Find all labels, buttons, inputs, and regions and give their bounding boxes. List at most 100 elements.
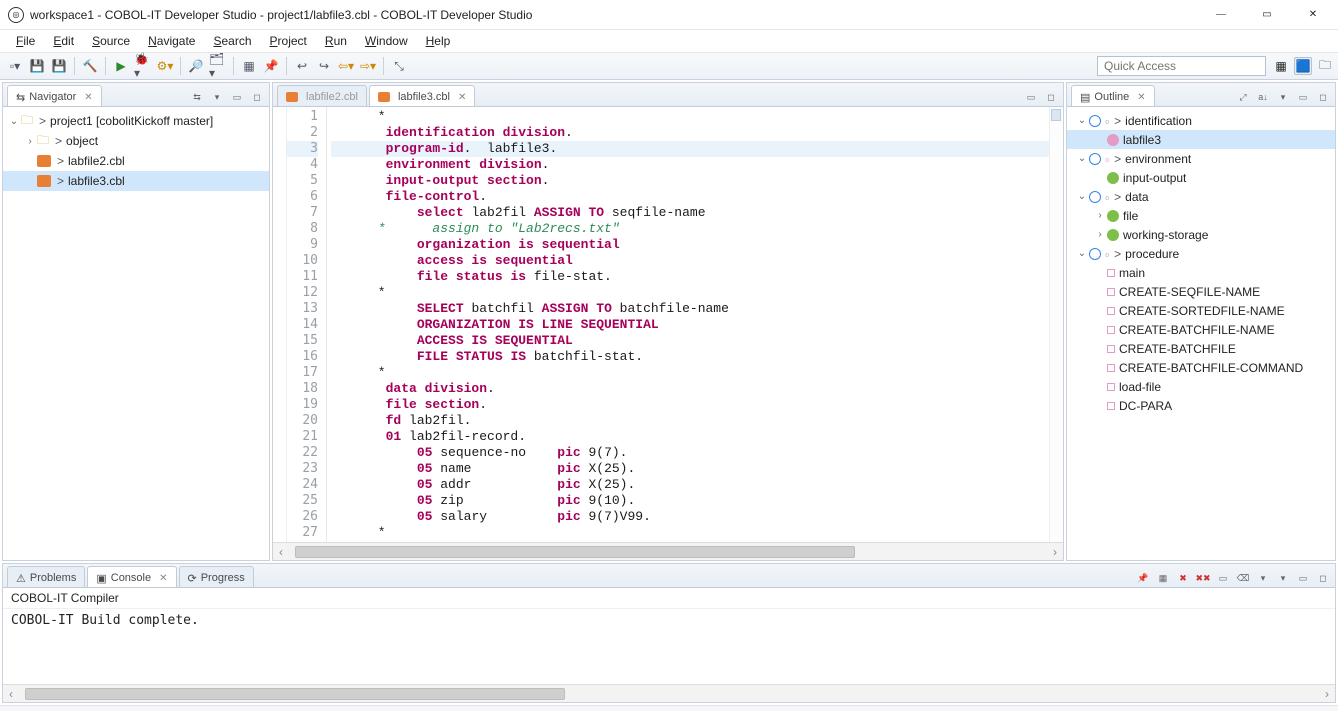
twisty-icon[interactable]: ⌄ (1075, 115, 1089, 126)
next-edit-icon[interactable]: ↪ (315, 57, 333, 75)
menu-navigate[interactable]: Navigate (140, 32, 203, 50)
fwd-icon[interactable]: ⇨▾ (359, 57, 377, 75)
tab-navigator[interactable]: ⇆ Navigator ✕ (7, 85, 102, 106)
outline-item[interactable]: CREATE-BATCHFILE-NAME (1067, 320, 1335, 339)
navigator-tree[interactable]: ⌄ 🗀 > project1 [cobolitKickoff master] ›… (3, 107, 269, 560)
sort-icon[interactable]: a↓ (1255, 90, 1271, 104)
twisty-right-icon[interactable]: › (23, 136, 37, 147)
code-line[interactable]: SELECT batchfil ASSIGN TO batchfile-name (331, 301, 1049, 317)
editor-hscroll[interactable]: ‹ › (273, 542, 1063, 560)
hscroll-thumb[interactable] (25, 688, 565, 700)
close-icon[interactable]: ✕ (458, 92, 466, 103)
code-line[interactable]: access is sequential (331, 253, 1049, 269)
open-perspective-icon[interactable]: ▦ (1272, 57, 1290, 75)
code-area[interactable]: * identification division. program-id. l… (327, 107, 1049, 542)
file-row[interactable]: > labfile3.cbl (3, 171, 269, 191)
code-line[interactable]: * (331, 365, 1049, 381)
code-line[interactable]: program-id. labfile3. (331, 141, 1049, 157)
tab-progress[interactable]: ⟳ Progress (179, 566, 254, 587)
back-icon[interactable]: ⇦▾ (337, 57, 355, 75)
code-line[interactable]: 05 salary pic 9(7)V99. (331, 509, 1049, 525)
console-open-icon[interactable]: ▾ (1255, 571, 1271, 585)
code-line[interactable]: * (331, 109, 1049, 125)
console-clear-icon[interactable]: ⌫ (1235, 571, 1251, 585)
twisty-icon[interactable] (1093, 286, 1107, 297)
code-line[interactable]: environment division. (331, 157, 1049, 173)
collapse-icon[interactable]: ⤡ (390, 57, 408, 75)
console-pin-icon[interactable]: 📌 (1135, 571, 1151, 585)
minimize-view-icon[interactable]: ▭ (1295, 571, 1311, 585)
outline-item[interactable]: load-file (1067, 377, 1335, 396)
twisty-icon[interactable]: ⌄ (1075, 153, 1089, 164)
code-line[interactable]: select lab2fil ASSIGN TO seqfile-name (331, 205, 1049, 221)
console-display-icon[interactable]: ▦ (1155, 571, 1171, 585)
maximize-view-icon[interactable]: ◻ (1315, 571, 1331, 585)
menu-help[interactable]: Help (418, 32, 459, 50)
code-line[interactable]: input-output section. (331, 173, 1049, 189)
twisty-icon[interactable] (1093, 400, 1107, 411)
code-line[interactable]: fd lab2fil. (331, 413, 1049, 429)
twisty-icon[interactable]: ⌄ (1075, 191, 1089, 202)
twisty-icon[interactable] (1093, 343, 1107, 354)
code-line[interactable]: FILE STATUS IS batchfil-stat. (331, 349, 1049, 365)
file-row[interactable]: > labfile2.cbl (3, 151, 269, 171)
twisty-icon[interactable] (1093, 134, 1107, 145)
maximize-view-icon[interactable]: ◻ (249, 90, 265, 104)
save-icon[interactable]: 💾 (28, 57, 46, 75)
twisty-icon[interactable] (1093, 362, 1107, 373)
breakpoint-strip[interactable] (273, 107, 287, 542)
twisty-icon[interactable] (1093, 267, 1107, 278)
code-line[interactable]: * (331, 525, 1049, 541)
minimize-button[interactable]: — (1198, 0, 1244, 30)
ext-tools-icon[interactable]: ⚙▾ (156, 57, 174, 75)
outline-item[interactable]: main (1067, 263, 1335, 282)
focus-icon[interactable]: ⤢ (1235, 90, 1251, 104)
twisty-icon[interactable]: › (1093, 210, 1107, 221)
close-icon[interactable]: ✕ (1137, 92, 1145, 103)
twisty-icon[interactable] (1093, 381, 1107, 392)
outline-item[interactable]: ⌄₀>procedure (1067, 244, 1335, 263)
menu-search[interactable]: Search (205, 32, 259, 50)
console-new-icon[interactable]: ▾ (1275, 571, 1291, 585)
folder-row[interactable]: › 🗀 > object (3, 131, 269, 151)
prev-edit-icon[interactable]: ↩ (293, 57, 311, 75)
minimize-view-icon[interactable]: ▭ (229, 90, 245, 104)
console-output[interactable]: COBOL-IT Build complete. (3, 609, 1335, 684)
outline-item[interactable]: DC-PARA (1067, 396, 1335, 415)
outline-item[interactable]: CREATE-BATCHFILE-COMMAND (1067, 358, 1335, 377)
code-line[interactable]: identification division. (331, 125, 1049, 141)
maximize-view-icon[interactable]: ◻ (1315, 90, 1331, 104)
git-perspective-icon[interactable]: 🗀 (1316, 57, 1334, 75)
twisty-icon[interactable] (1093, 305, 1107, 316)
outline-item[interactable]: ⌄₀>data (1067, 187, 1335, 206)
menu-source[interactable]: Source (84, 32, 138, 50)
editor-tab[interactable]: labfile2.cbl (277, 85, 367, 106)
code-line[interactable]: 05 addr pic X(25). (331, 477, 1049, 493)
debug-icon[interactable]: 🐞▾ (134, 57, 152, 75)
code-line[interactable]: ORGANIZATION IS LINE SEQUENTIAL (331, 317, 1049, 333)
menu-edit[interactable]: Edit (45, 32, 82, 50)
build-icon[interactable]: 🔨 (81, 57, 99, 75)
close-icon[interactable]: ✕ (84, 92, 92, 103)
code-line[interactable]: file status is file-stat. (331, 269, 1049, 285)
link-editor-icon[interactable]: ⇆ (189, 90, 205, 104)
console-hscroll[interactable]: ‹ › (3, 684, 1335, 702)
outline-item[interactable]: ⌄₀>environment (1067, 149, 1335, 168)
outline-item[interactable]: ⌄₀>identification (1067, 111, 1335, 130)
code-line[interactable]: * (331, 285, 1049, 301)
open-task-icon[interactable]: 🗂▾ (209, 57, 227, 75)
tab-console[interactable]: ▣ Console ✕ (87, 566, 176, 587)
maximize-editor-icon[interactable]: ◻ (1043, 90, 1059, 104)
twisty-icon[interactable]: › (1093, 229, 1107, 240)
overview-ruler[interactable] (1049, 107, 1063, 542)
toggle-ws-icon[interactable]: ▦ (240, 57, 258, 75)
pin-icon[interactable]: 📌 (262, 57, 280, 75)
open-type-icon[interactable]: 🔎 (187, 57, 205, 75)
editor-area[interactable]: 1234567891011121314151617181920212223242… (273, 107, 1063, 542)
code-line[interactable]: * assign to "Lab2recs.txt" (331, 221, 1049, 237)
minimize-view-icon[interactable]: ▭ (1295, 90, 1311, 104)
close-icon[interactable]: ✕ (159, 573, 167, 584)
code-line[interactable]: 05 sequence-no pic 9(7). (331, 445, 1049, 461)
code-line[interactable]: file-control. (331, 189, 1049, 205)
code-line[interactable]: 01 lab2fil-record. (331, 429, 1049, 445)
